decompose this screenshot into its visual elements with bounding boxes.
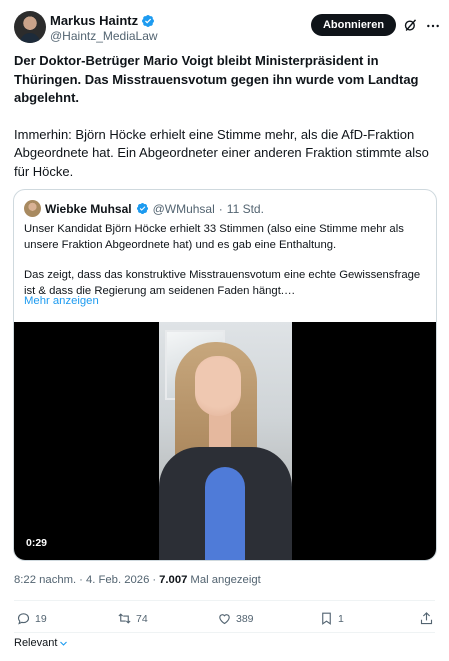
share-button[interactable] — [419, 611, 434, 626]
quoted-tweet-text: Unser Kandidat Björn Höcke erhielt 33 St… — [24, 222, 429, 299]
follow-button[interactable]: Abonnieren — [311, 14, 396, 36]
repost-button[interactable]: 74 — [117, 611, 148, 626]
tweet-time[interactable]: 8:22 nachm. — [14, 574, 76, 586]
chevron-down-icon — [60, 641, 68, 646]
video-player[interactable]: 0:29 — [14, 322, 436, 560]
divider — [14, 632, 435, 633]
share-icon — [420, 612, 433, 625]
show-more-link[interactable]: Mehr anzeigen — [24, 295, 99, 307]
like-button[interactable]: 389 — [217, 611, 254, 626]
author-handle[interactable]: @Haintz_MediaLaw — [50, 29, 158, 43]
quoted-author-handle: @WMuhsal — [152, 201, 215, 216]
quoted-tweet[interactable]: Wiebke Muhsal @WMuhsal · 11 Std. Unser K… — [13, 189, 437, 561]
like-count: 389 — [236, 612, 254, 625]
reply-count: 19 — [35, 612, 47, 625]
reply-button[interactable]: 19 — [16, 611, 47, 626]
separator-dot: · — [218, 201, 223, 216]
video-frame — [159, 322, 292, 560]
separator-dot: · — [152, 574, 157, 586]
sort-replies-dropdown[interactable]: Relevant — [14, 637, 68, 649]
divider — [14, 600, 435, 601]
quoted-author-avatar — [24, 200, 41, 217]
reply-icon — [17, 613, 30, 625]
tweet-text: Der Doktor-Betrüger Mario Voigt bleibt M… — [14, 52, 439, 181]
tweet-meta: 8:22 nachm. · 4. Feb. 2026 · 7.007 Mal a… — [14, 574, 261, 586]
sort-label: Relevant — [14, 637, 58, 649]
author-avatar[interactable] — [14, 11, 46, 43]
repost-icon — [118, 613, 131, 624]
quoted-tweet-time: 11 Std. — [226, 201, 264, 216]
bookmark-icon — [322, 612, 331, 625]
repost-count: 74 — [136, 612, 148, 625]
view-count-label: Mal angezeigt — [190, 574, 261, 586]
tweet-date[interactable]: 4. Feb. 2026 — [86, 574, 149, 586]
verified-badge-icon — [136, 202, 148, 215]
bookmark-button[interactable]: 1 — [319, 611, 344, 626]
tweet-header: Markus Haintz @Haintz_MediaLaw Abonniere… — [14, 10, 439, 46]
quoted-tweet-header: Wiebke Muhsal @WMuhsal · 11 Std. — [24, 200, 264, 217]
more-options-icon[interactable] — [425, 18, 441, 34]
verified-badge-icon — [142, 14, 155, 27]
view-count: 7.007 — [159, 574, 188, 586]
author-name-row[interactable]: Markus Haintz — [50, 13, 155, 28]
author-name[interactable]: Markus Haintz — [50, 13, 138, 28]
heart-icon — [219, 614, 230, 625]
separator-dot: · — [79, 574, 83, 586]
tweet-text-bold: Der Doktor-Betrüger Mario Voigt bleibt M… — [14, 53, 419, 105]
bookmark-count: 1 — [338, 612, 344, 625]
quoted-text-para-1: Unser Kandidat Björn Höcke erhielt 33 St… — [24, 223, 404, 251]
video-timecode: 0:29 — [26, 537, 48, 549]
tweet-text-normal: Immerhin: Björn Höcke erhielt eine Stimm… — [14, 126, 429, 179]
grok-icon[interactable] — [403, 18, 418, 33]
action-bar: 19 74 389 1 — [14, 611, 435, 631]
quoted-author-name: Wiebke Muhsal — [45, 201, 132, 216]
